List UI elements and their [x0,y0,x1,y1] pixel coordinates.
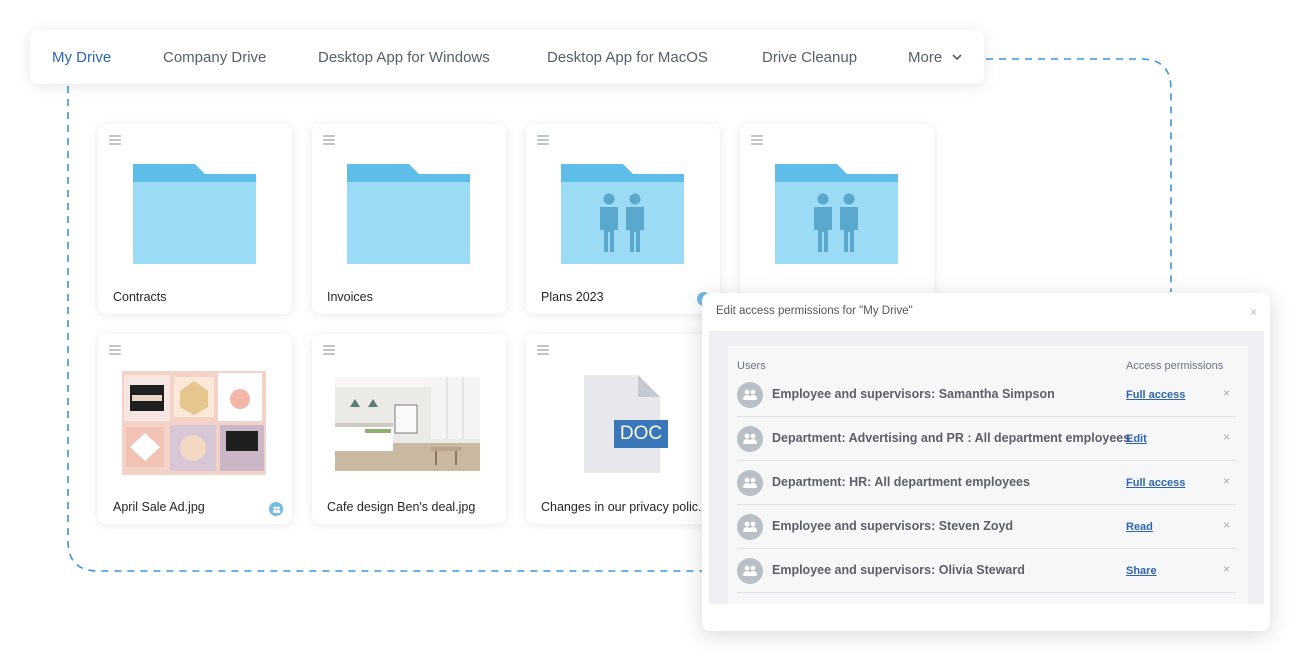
folder-icon [347,164,470,264]
users-column-header: Users [737,360,766,372]
permission-row: Employee and supervisors: Olivia Steward… [737,549,1236,593]
remove-icon[interactable]: × [1223,474,1230,488]
user-name: Department: Advertising and PR : All dep… [772,431,1131,445]
group-avatar-icon [737,426,763,452]
tab-my-drive[interactable]: My Drive [52,30,111,84]
more-label: More [908,49,943,66]
file-tile-privacy-policy[interactable]: DOC Changes in our privacy polic... [526,334,720,524]
file-tile-cafe-design[interactable]: Cafe design Ben's deal.jpg [312,334,506,524]
folder-tile-plans-2023[interactable]: Plans 2023 [526,124,720,314]
people-icon [272,506,280,513]
shared-folder-icon [561,164,684,264]
doc-type-label: DOC [619,423,663,444]
dialog-body: Users Access permissions Employee and su… [709,331,1264,604]
menu-icon[interactable] [751,135,763,145]
permission-link[interactable]: Full access [1126,389,1185,401]
remove-icon[interactable]: × [1223,430,1230,444]
file-tile-april-sale-ad[interactable]: April Sale Ad.jpg [98,334,292,524]
permission-row: Employee and supervisors: Samantha Simps… [737,373,1236,417]
remove-icon[interactable]: × [1223,562,1230,576]
tile-name: Invoices [327,290,373,304]
top-navigation: My Drive Company Drive Desktop App for W… [30,30,984,84]
user-name: Employee and supervisors: Steven Zoyd [772,519,1014,533]
menu-icon[interactable] [537,135,549,145]
folder-tile-invoices[interactable]: Invoices [312,124,506,314]
folder-tile-shared[interactable] [740,124,934,314]
tile-name: Cafe design Ben's deal.jpg [327,500,476,514]
access-column-header: Access permissions [1126,360,1224,372]
permissions-list: Users Access permissions Employee and su… [728,346,1248,604]
tile-name: Contracts [113,290,167,304]
shared-badge-icon [269,502,283,516]
permission-row: Employee and supervisors: Steven Zoyd Re… [737,505,1236,549]
group-avatar-icon [737,470,763,496]
user-name: Department: HR: All department employees [772,475,1030,489]
tab-desktop-app-macos[interactable]: Desktop App for MacOS [547,30,708,84]
menu-icon[interactable] [537,345,549,355]
tile-name: Changes in our privacy polic... [541,500,701,514]
user-name: Employee and supervisors: Samantha Simps… [772,387,1055,401]
folder-tile-contracts[interactable]: Contracts [98,124,292,314]
permission-link[interactable]: Share [1126,565,1157,577]
menu-icon[interactable] [323,345,335,355]
tile-name: Plans 2023 [541,290,604,304]
user-name: Employee and supervisors: Olivia Steward [772,563,1025,577]
image-thumbnail [335,377,480,471]
close-icon[interactable]: × [1250,305,1257,319]
tab-company-drive[interactable]: Company Drive [163,30,266,84]
menu-icon[interactable] [323,135,335,145]
tile-name: April Sale Ad.jpg [113,500,205,514]
group-avatar-icon [737,558,763,584]
image-thumbnail [122,371,266,475]
menu-icon[interactable] [109,135,121,145]
remove-icon[interactable]: × [1223,386,1230,400]
chevron-down-icon [952,53,962,60]
menu-icon[interactable] [109,345,121,355]
folder-icon [133,164,256,264]
tab-drive-cleanup[interactable]: Drive Cleanup [762,30,857,84]
permission-row: Department: Advertising and PR : All dep… [737,417,1236,461]
shared-folder-icon [775,164,898,264]
permission-link[interactable]: Edit [1126,433,1147,445]
group-avatar-icon [737,382,763,408]
dialog-title: Edit access permissions for "My Drive" [716,305,913,317]
access-permissions-dialog: Edit access permissions for "My Drive" ×… [702,293,1270,631]
permission-link[interactable]: Read [1126,521,1153,533]
permission-row: Department: HR: All department employees… [737,461,1236,505]
remove-icon[interactable]: × [1223,518,1230,532]
tab-desktop-app-windows[interactable]: Desktop App for Windows [318,30,490,84]
permission-link[interactable]: Full access [1126,477,1185,489]
group-avatar-icon [737,514,763,540]
tab-more[interactable]: More [908,30,962,84]
